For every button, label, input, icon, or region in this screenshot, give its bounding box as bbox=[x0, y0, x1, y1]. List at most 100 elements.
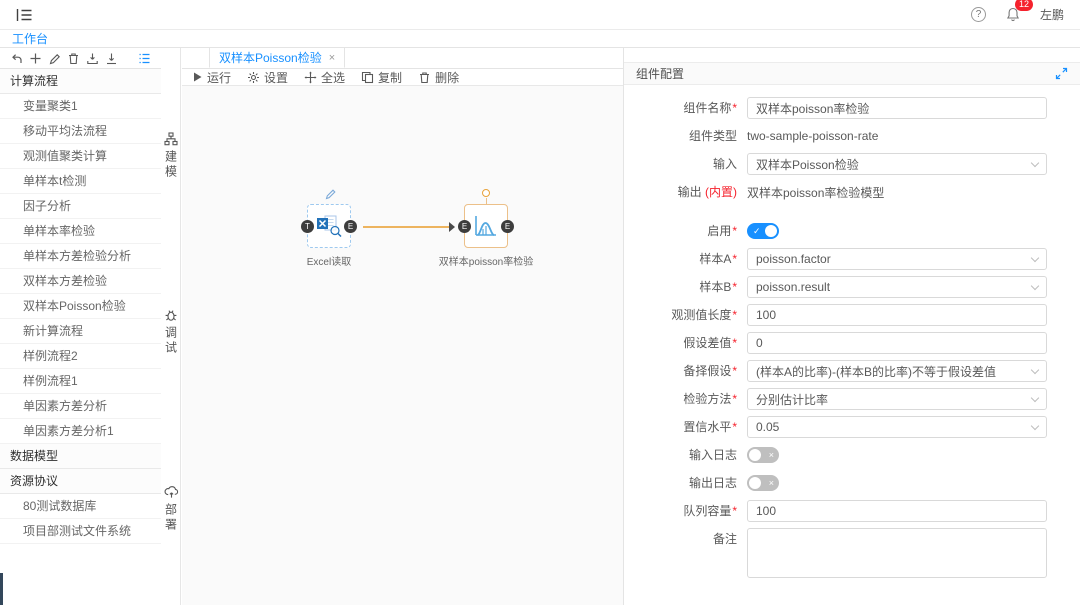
test-method-select[interactable]: 分别估计比率 bbox=[747, 388, 1047, 410]
sidebar-item-one-sample-rate-test[interactable]: 单样本率检验 bbox=[0, 219, 161, 244]
sample-b-label: 样本B bbox=[699, 280, 731, 294]
mode-rail: 建模 调试 部署 bbox=[161, 48, 181, 605]
sidebar-item-sample-flow-2[interactable]: 样例流程2 bbox=[0, 344, 161, 369]
menu-fold-icon[interactable] bbox=[16, 8, 33, 22]
rail-item-debug[interactable]: 调试 bbox=[161, 308, 181, 356]
edge-arrow-icon bbox=[449, 222, 455, 232]
sidebar-header-resource-protocols[interactable]: 资源协议 bbox=[0, 469, 161, 494]
rail-item-deploy[interactable]: 部署 bbox=[161, 485, 181, 533]
chevron-down-icon bbox=[1031, 281, 1039, 289]
sidebar-item-one-sample-variance-test[interactable]: 单样本方差检验分析 bbox=[0, 244, 161, 269]
field-sample-a: 样本A* poisson.factor bbox=[624, 248, 1080, 270]
sidebar-item-new-compute-flow[interactable]: 新计算流程 bbox=[0, 319, 161, 344]
field-alternative-hypothesis: 备择假设* (样本A的比率)-(样本B的比率)不等于假设差值 bbox=[624, 360, 1080, 382]
input-log-toggle[interactable] bbox=[747, 447, 779, 463]
edge-excel-to-poisson bbox=[363, 226, 451, 228]
port-excel-in[interactable]: T bbox=[301, 220, 314, 233]
sidebar-item-one-way-anova[interactable]: 单因素方差分析 bbox=[0, 394, 161, 419]
delete-button[interactable]: 删除 bbox=[418, 69, 459, 86]
observation-length-input[interactable] bbox=[747, 304, 1047, 326]
hypothesis-diff-input[interactable] bbox=[747, 332, 1047, 354]
queue-capacity-label: 队列容量 bbox=[683, 504, 731, 518]
expand-icon[interactable] bbox=[1055, 67, 1068, 80]
scrollbar-thumb[interactable] bbox=[0, 573, 3, 605]
toggle-knob bbox=[765, 225, 777, 237]
confidence-level-value: 0.05 bbox=[756, 420, 779, 434]
notification-bell[interactable]: 12 bbox=[1006, 7, 1020, 22]
undo-icon[interactable] bbox=[7, 50, 26, 66]
tab-workbench[interactable]: 工作台 bbox=[12, 30, 48, 47]
export-icon[interactable] bbox=[102, 50, 121, 66]
queue-capacity-input[interactable] bbox=[747, 500, 1047, 522]
alternative-hypothesis-label: 备择假设 bbox=[683, 364, 731, 378]
sidebar-item-moving-average-flow[interactable]: 移动平均法流程 bbox=[0, 119, 161, 144]
edit-icon[interactable] bbox=[45, 50, 64, 66]
rail-label-deploy: 部署 bbox=[163, 503, 180, 533]
enable-label: 启用 bbox=[707, 224, 731, 238]
copy-icon bbox=[361, 71, 374, 84]
port-poisson-in[interactable]: E bbox=[458, 220, 471, 233]
port-poisson-out[interactable]: E bbox=[501, 220, 514, 233]
canvas-tab-two-sample-poisson[interactable]: 双样本Poisson检验 × bbox=[209, 47, 345, 68]
sample-b-value: poisson.result bbox=[756, 280, 830, 294]
select-all-button[interactable]: 全选 bbox=[304, 69, 345, 86]
delete-icon[interactable] bbox=[64, 50, 83, 66]
enable-toggle[interactable] bbox=[747, 223, 779, 239]
import-icon[interactable] bbox=[83, 50, 102, 66]
settings-button[interactable]: 设置 bbox=[247, 69, 288, 86]
rail-label-debug: 调试 bbox=[163, 326, 180, 356]
sidebar-item-80-test-database[interactable]: 80测试数据库 bbox=[0, 494, 161, 519]
sidebar-toolbar bbox=[0, 48, 161, 69]
add-icon[interactable] bbox=[26, 50, 45, 66]
sidebar-header-data-models[interactable]: 数据模型 bbox=[0, 444, 161, 469]
help-icon[interactable]: ? bbox=[971, 7, 986, 22]
sample-b-select[interactable]: poisson.result bbox=[747, 276, 1047, 298]
input-select[interactable]: 双样本Poisson检验 bbox=[747, 153, 1047, 175]
sidebar-item-variable-cluster-1[interactable]: 变量聚类1 bbox=[0, 94, 161, 119]
node-two-sample-poisson[interactable]: E E bbox=[464, 204, 508, 248]
sample-a-select[interactable]: poisson.factor bbox=[747, 248, 1047, 270]
flow-canvas[interactable]: T E Excel读取 E E 双样本poisson率检验 bbox=[182, 86, 623, 605]
component-name-label: 组件名称 bbox=[683, 101, 731, 115]
run-button[interactable]: 运行 bbox=[192, 69, 231, 86]
list-view-icon[interactable] bbox=[135, 50, 154, 66]
required-mark: * bbox=[732, 420, 737, 434]
excel-icon bbox=[315, 214, 343, 239]
port-excel-out[interactable]: E bbox=[344, 220, 357, 233]
remark-textarea[interactable] bbox=[747, 528, 1047, 578]
sidebar-item-project-test-file-system[interactable]: 项目部测试文件系统 bbox=[0, 519, 161, 544]
copy-button[interactable]: 复制 bbox=[361, 69, 402, 86]
config-form: 组件名称* 组件类型 two-sample-poisson-rate 输入 双样… bbox=[624, 85, 1080, 578]
username[interactable]: 左鹏 bbox=[1040, 6, 1064, 23]
required-mark: * bbox=[732, 336, 737, 350]
required-mark: * bbox=[732, 504, 737, 518]
app-window: ? 12 左鹏 工作台 计算流程 变量聚类1 移动平均法流程 观测值聚类计算 单… bbox=[0, 0, 1080, 605]
sidebar-header-compute-flows[interactable]: 计算流程 bbox=[0, 69, 161, 94]
sidebar-item-one-way-anova-1[interactable]: 单因素方差分析1 bbox=[0, 419, 161, 444]
builtin-tag: (内置) bbox=[705, 185, 737, 199]
required-mark: * bbox=[732, 252, 737, 266]
component-type-label: 组件类型 bbox=[624, 125, 737, 147]
sidebar-item-factor-analysis[interactable]: 因子分析 bbox=[0, 194, 161, 219]
chevron-down-icon bbox=[1031, 421, 1039, 429]
rail-item-modeling[interactable]: 建模 bbox=[161, 132, 181, 180]
alternative-hypothesis-select[interactable]: (样本A的比率)-(样本B的比率)不等于假设差值 bbox=[747, 360, 1047, 382]
node-excel-read[interactable]: T E bbox=[307, 204, 351, 248]
confidence-level-select[interactable]: 0.05 bbox=[747, 416, 1047, 438]
close-icon[interactable]: × bbox=[329, 52, 335, 64]
delete-label: 删除 bbox=[435, 69, 459, 86]
input-label: 输入 bbox=[624, 153, 737, 175]
play-icon bbox=[192, 71, 203, 83]
required-mark: * bbox=[732, 101, 737, 115]
sidebar-item-two-sample-poisson-test[interactable]: 双样本Poisson检验 bbox=[0, 294, 161, 319]
sidebar-item-two-sample-variance-test[interactable]: 双样本方差检验 bbox=[0, 269, 161, 294]
component-name-input[interactable] bbox=[747, 97, 1047, 119]
sidebar-item-observation-cluster-calc[interactable]: 观测值聚类计算 bbox=[0, 144, 161, 169]
output-log-toggle[interactable] bbox=[747, 475, 779, 491]
sidebar-item-one-sample-t-test[interactable]: 单样本t检测 bbox=[0, 169, 161, 194]
sidebar-item-sample-flow-1[interactable]: 样例流程1 bbox=[0, 369, 161, 394]
sidebar: 计算流程 变量聚类1 移动平均法流程 观测值聚类计算 单样本t检测 因子分析 单… bbox=[0, 48, 161, 605]
bulb-icon bbox=[482, 189, 490, 197]
component-type-value: two-sample-poisson-rate bbox=[747, 129, 878, 143]
chevron-down-icon bbox=[1031, 393, 1039, 401]
